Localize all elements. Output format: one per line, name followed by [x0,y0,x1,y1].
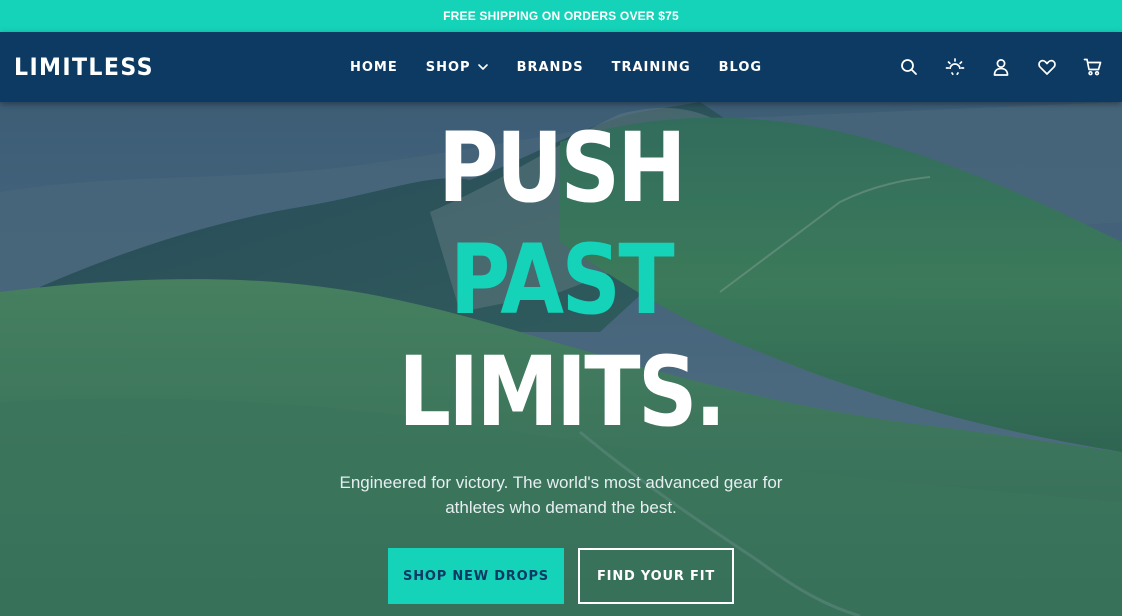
shop-new-drops-button[interactable]: SHOP NEW DROPS [388,548,564,604]
nav-shop-label: SHOP [425,59,471,75]
nav-icons [898,32,1104,102]
nav-home-label: HOME [350,59,398,75]
promo-text: FREE SHIPPING ON ORDERS OVER $75 [443,9,679,23]
nav-blog-label: BLOG [718,59,763,75]
find-your-fit-label: FIND YOUR FIT [597,568,715,584]
nav-brands-label: BRANDS [516,59,584,75]
nav-shop[interactable]: SHOP [426,60,489,75]
user-icon [993,59,1009,76]
search-button[interactable] [898,56,920,78]
account-button[interactable] [990,56,1012,78]
sun-icon [945,58,965,76]
hero-subtext: Engineered for victory. The world's most… [339,473,783,517]
headline-limits: LIMITS. [398,336,726,448]
find-your-fit-button[interactable]: FIND YOUR FIT [578,548,734,604]
nav-links: HOME SHOP BRANDS TRAINING BLOG [350,32,762,102]
nav-home[interactable]: HOME [350,60,398,75]
navbar: LIMITLESS HOME SHOP BRANDS TRAINING BLOG [0,32,1122,102]
nav-training-label: TRAINING [611,59,691,75]
heart-icon [1038,59,1056,75]
logo[interactable]: LIMITLESS [14,53,154,81]
search-icon [901,59,917,75]
headline-push: PUSH [438,112,686,224]
nav-brands[interactable]: BRANDS [517,60,584,75]
headline-past: PAST [449,224,675,336]
cart-button[interactable] [1082,56,1104,78]
promo-banner: FREE SHIPPING ON ORDERS OVER $75 [0,0,1122,32]
hero-section: PUSH PAST LIMITS. Engineered for victory… [0,102,1122,616]
nav-blog[interactable]: BLOG [719,60,762,75]
chevron-down-icon [477,64,488,70]
wishlist-button[interactable] [1036,56,1058,78]
cart-icon [1083,58,1102,76]
theme-toggle-button[interactable] [944,56,966,78]
nav-training[interactable]: TRAINING [612,60,691,75]
shop-new-drops-label: SHOP NEW DROPS [403,568,549,584]
